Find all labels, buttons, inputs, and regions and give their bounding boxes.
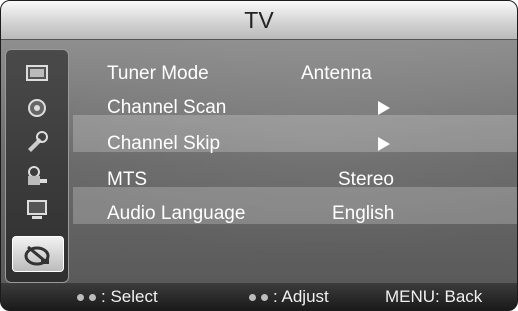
submenu-arrow-icon [378,137,390,151]
back-hint: MENU: Back [385,287,482,307]
back-hint-label: MENU: Back [385,287,483,306]
setup-icon[interactable] [20,128,54,156]
tv-osd-menu: TV Tuner Mode Antenna Channel Scan Chann… [0,0,518,311]
right-key-icon [261,293,268,301]
lock-icon[interactable] [20,162,54,190]
menu-item-label: Tuner Mode [107,63,209,84]
menu-item-mts[interactable]: MTS Stereo [107,162,507,198]
down-key-icon [89,293,96,301]
menu-title: TV [244,7,274,33]
title-bar: TV [1,1,517,40]
select-hint-label: : Select [101,287,158,306]
tuner-mode-value: Antenna [301,63,372,84]
mts-value: Stereo [338,169,394,190]
adjust-hint: : Adjust [249,287,329,307]
submenu-arrow-icon [378,101,390,115]
menu-item-label: Channel Skip [107,133,221,154]
menu-item-label: Channel Scan [107,97,227,118]
menu-item-audio-language[interactable]: Audio Language English [107,196,507,232]
menu-item-label: MTS [107,169,148,190]
key-hint-bar: : Select : Adjust MENU: Back [1,283,517,310]
up-key-icon [77,293,84,301]
audio-language-value: English [332,203,395,224]
picture-icon[interactable] [20,60,54,88]
menu-item-label: Audio Language [107,203,246,224]
adjust-hint-label: : Adjust [273,287,329,306]
menu-item-channel-skip[interactable]: Channel Skip [107,126,507,162]
sound-icon[interactable] [20,94,54,122]
tv-channel-icon[interactable] [12,236,64,272]
category-sidebar [5,49,69,283]
menu-item-channel-scan[interactable]: Channel Scan [107,90,507,126]
left-key-icon [249,293,256,301]
input-icon[interactable] [20,196,54,224]
select-hint: : Select [77,287,158,307]
menu-item-tuner-mode[interactable]: Tuner Mode Antenna [107,56,507,92]
